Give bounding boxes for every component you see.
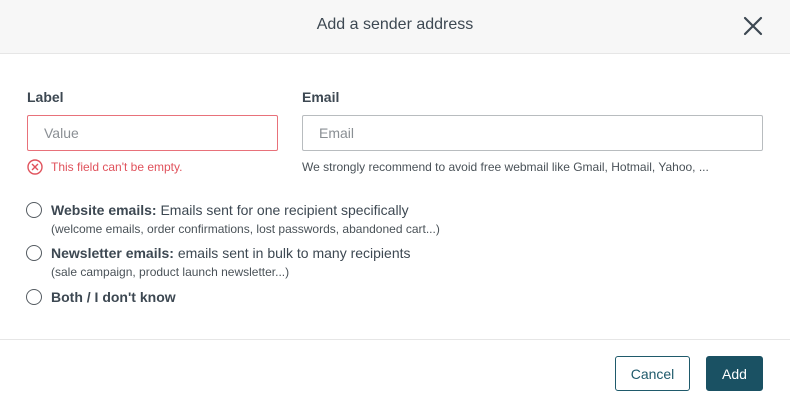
label-field-label: Label <box>27 89 64 105</box>
option-website-emails-sub: (welcome emails, order confirmations, lo… <box>51 222 440 236</box>
option-newsletter-emails-label: Newsletter emails: emails sent in bulk t… <box>51 245 411 262</box>
footer-divider <box>0 339 790 340</box>
label-input[interactable] <box>27 115 278 151</box>
option-website-emails[interactable]: Website emails: Emails sent for one reci… <box>26 202 440 236</box>
option-title: Newsletter emails: <box>51 245 174 261</box>
radio-website-emails[interactable] <box>26 202 42 218</box>
option-title: Website emails: <box>51 202 157 218</box>
add-button[interactable]: Add <box>706 356 763 391</box>
option-both-label: Both / I don't know <box>51 289 176 306</box>
radio-newsletter-emails[interactable] <box>26 245 42 261</box>
option-description: Emails sent for one recipient specifical… <box>156 202 409 218</box>
label-error-message: This field can't be empty. <box>27 158 182 176</box>
option-newsletter-emails[interactable]: Newsletter emails: emails sent in bulk t… <box>26 245 411 279</box>
email-input[interactable] <box>302 115 763 151</box>
option-newsletter-emails-sub: (sale campaign, product launch newslette… <box>51 265 290 279</box>
close-button[interactable] <box>740 13 766 39</box>
cancel-button[interactable]: Cancel <box>615 356 690 391</box>
error-circle-icon <box>27 159 43 175</box>
error-text: This field can't be empty. <box>51 160 183 174</box>
dialog-header: Add a sender address <box>0 0 790 54</box>
email-field-label: Email <box>302 89 340 105</box>
option-both[interactable]: Both / I don't know <box>26 289 176 306</box>
option-title: Both / I don't know <box>51 289 176 305</box>
radio-both[interactable] <box>26 289 42 305</box>
option-description: emails sent in bulk to many recipients <box>173 245 411 261</box>
email-hint: We strongly recommend to avoid free webm… <box>302 160 709 174</box>
option-website-emails-label: Website emails: Emails sent for one reci… <box>51 202 440 219</box>
dialog-title: Add a sender address <box>316 16 474 33</box>
close-icon <box>743 16 763 36</box>
